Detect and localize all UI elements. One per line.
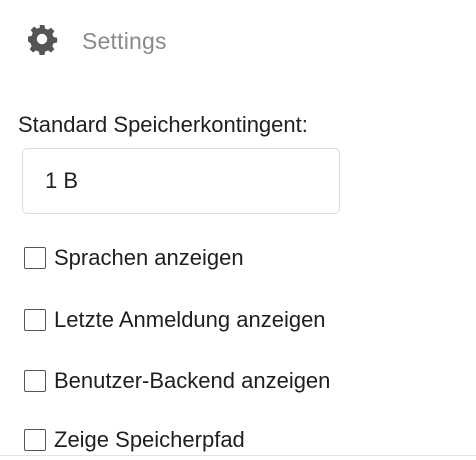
quota-select[interactable]: 1 B xyxy=(22,148,340,214)
show-user-backend-label[interactable]: Benutzer-Backend anzeigen xyxy=(54,368,330,394)
option-show-user-backend[interactable]: Benutzer-Backend anzeigen xyxy=(24,368,330,394)
divider xyxy=(0,455,476,456)
option-show-last-login[interactable]: Letzte Anmeldung anzeigen xyxy=(24,307,326,333)
show-storage-path-checkbox[interactable] xyxy=(24,429,46,451)
show-last-login-label[interactable]: Letzte Anmeldung anzeigen xyxy=(54,307,326,333)
show-user-backend-checkbox[interactable] xyxy=(24,370,46,392)
option-show-storage-path[interactable]: Zeige Speicherpfad xyxy=(24,427,245,453)
show-languages-label[interactable]: Sprachen anzeigen xyxy=(54,245,244,271)
option-show-languages[interactable]: Sprachen anzeigen xyxy=(24,245,244,271)
show-last-login-checkbox[interactable] xyxy=(24,309,46,331)
gear-icon[interactable] xyxy=(26,23,58,60)
quota-value: 1 B xyxy=(45,168,79,193)
settings-panel: Settings Standard Speicherkontingent: 1 … xyxy=(0,0,476,460)
show-languages-checkbox[interactable] xyxy=(24,247,46,269)
show-storage-path-label[interactable]: Zeige Speicherpfad xyxy=(54,427,245,453)
settings-header[interactable]: Settings xyxy=(26,24,167,58)
quota-label: Standard Speicherkontingent: xyxy=(18,112,308,137)
settings-title[interactable]: Settings xyxy=(82,28,167,55)
